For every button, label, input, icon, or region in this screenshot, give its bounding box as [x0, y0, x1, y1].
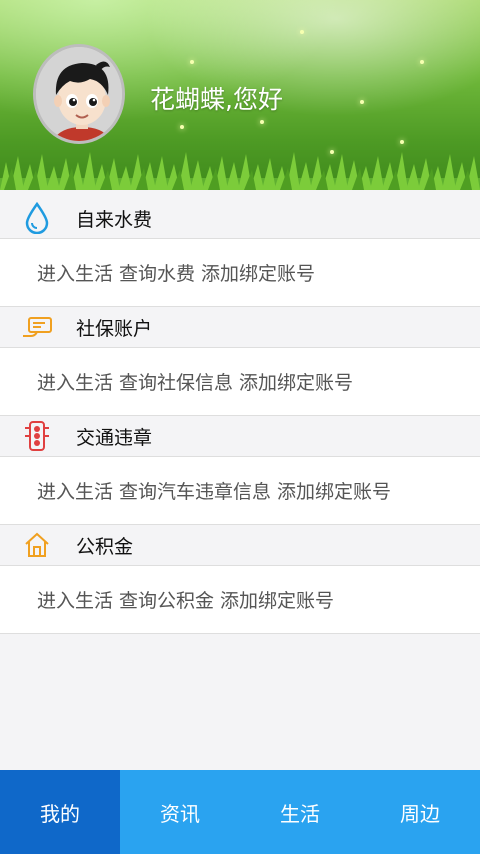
tab-life[interactable]: 生活: [240, 770, 360, 854]
section-links-housing-fund: 进入生活 查询公积金 添加绑定账号: [0, 566, 480, 634]
section-title: 社保账户: [76, 317, 153, 340]
section-title: 交通违章: [76, 426, 153, 449]
query-link[interactable]: 查询水费: [119, 259, 195, 286]
profile-header: 花蝴蝶,您好: [0, 0, 480, 190]
sparkle-decoration: [180, 125, 184, 129]
enter-life-link[interactable]: 进入生活: [37, 477, 113, 504]
bottom-tab-bar: 我的 资讯 生活 周边: [0, 770, 480, 854]
social-security-card-icon: [0, 307, 76, 348]
tab-mine[interactable]: 我的: [0, 770, 120, 854]
traffic-light-icon: [0, 416, 76, 457]
greeting-text: 花蝴蝶,您好: [150, 85, 283, 114]
service-list: 自来水费 进入生活 查询水费 添加绑定账号 社保账户 进入生活 查询社保信息 添…: [0, 198, 480, 634]
sparkle-decoration: [420, 60, 424, 64]
sparkle-decoration: [260, 120, 264, 124]
sparkle-decoration: [190, 60, 194, 64]
grass-decoration: [0, 152, 480, 190]
bind-account-link[interactable]: 添加绑定账号: [239, 368, 353, 395]
bind-account-link[interactable]: 添加绑定账号: [201, 259, 315, 286]
query-link[interactable]: 查询公积金: [119, 586, 214, 613]
section-title: 自来水费: [76, 208, 153, 231]
section-header-housing-fund[interactable]: 公积金: [0, 525, 480, 566]
query-link[interactable]: 查询社保信息: [119, 368, 233, 395]
enter-life-link[interactable]: 进入生活: [37, 368, 113, 395]
sparkle-decoration: [300, 30, 304, 34]
avatar-cartoon-icon: [36, 47, 122, 141]
section-header-water[interactable]: 自来水费: [0, 198, 480, 239]
enter-life-link[interactable]: 进入生活: [37, 586, 113, 613]
house-icon: [0, 525, 76, 566]
avatar[interactable]: [33, 44, 125, 144]
water-drop-icon: [0, 198, 76, 239]
query-link[interactable]: 查询汽车违章信息: [119, 477, 271, 504]
tab-news[interactable]: 资讯: [120, 770, 240, 854]
sparkle-decoration: [360, 100, 364, 104]
enter-life-link[interactable]: 进入生活: [37, 259, 113, 286]
tab-nearby[interactable]: 周边: [360, 770, 480, 854]
bind-account-link[interactable]: 添加绑定账号: [220, 586, 334, 613]
section-header-social-security[interactable]: 社保账户: [0, 307, 480, 348]
section-links-traffic: 进入生活 查询汽车违章信息 添加绑定账号: [0, 457, 480, 525]
bind-account-link[interactable]: 添加绑定账号: [277, 477, 391, 504]
section-header-traffic[interactable]: 交通违章: [0, 416, 480, 457]
section-links-social-security: 进入生活 查询社保信息 添加绑定账号: [0, 348, 480, 416]
sparkle-decoration: [400, 140, 404, 144]
section-links-water: 进入生活 查询水费 添加绑定账号: [0, 239, 480, 307]
section-title: 公积金: [76, 535, 134, 558]
